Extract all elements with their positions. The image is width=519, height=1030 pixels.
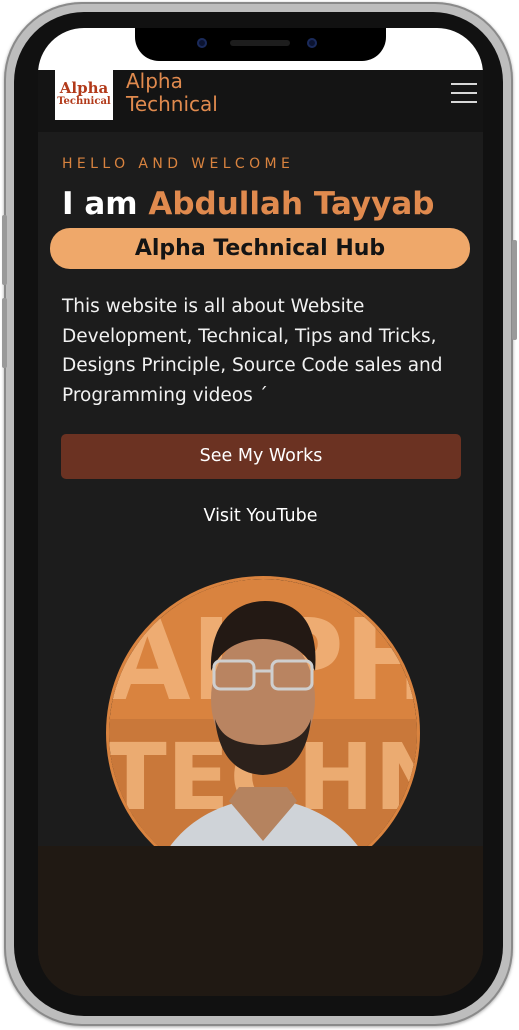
hero-intro: I am <box>62 186 149 222</box>
profile-photo: ALPHA TECHNIC <box>106 576 420 890</box>
phone-side-button <box>2 215 7 285</box>
bottom-section <box>38 846 483 996</box>
phone-notch <box>135 28 386 61</box>
profile-portrait-illustration: ALPHA TECHNIC <box>109 579 417 887</box>
phone-power-button <box>512 240 517 340</box>
brand-line-1: Alpha <box>126 69 183 93</box>
speaker-grille <box>230 40 290 46</box>
hamburger-menu-icon[interactable] <box>451 83 477 105</box>
brand-line-2: Technical <box>126 92 218 116</box>
camera-icon <box>197 38 207 48</box>
greeting-text: HELLO AND WELCOME <box>62 156 295 172</box>
navbar: Alpha Technical Alpha Technical <box>38 70 483 132</box>
phone-side-button <box>2 298 7 368</box>
phone-screen: Alpha Technical Alpha Technical HELLO AN… <box>38 28 483 996</box>
brand-name[interactable]: Alpha Technical <box>126 70 218 116</box>
tagline-pill: Alpha Technical Hub <box>50 228 470 269</box>
hero-description: This website is all about Website Develo… <box>62 296 443 406</box>
hero-heading: I am Abdullah Tayyab <box>62 186 434 222</box>
visit-youtube-link[interactable]: Visit YouTube <box>38 506 483 526</box>
logo-text-alpha: Alpha <box>59 79 109 97</box>
logo-text-technical: Technical <box>57 96 111 107</box>
hero-name: Abdullah Tayyab <box>148 186 435 222</box>
see-my-works-button[interactable]: See My Works <box>61 434 461 479</box>
sensor-icon <box>307 38 317 48</box>
site-logo[interactable]: Alpha Technical <box>55 70 113 120</box>
